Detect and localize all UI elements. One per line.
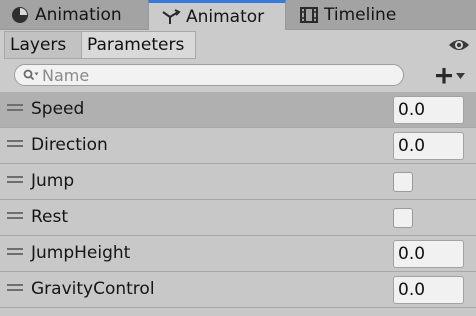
tab-parameters-label: Parameters: [87, 35, 185, 55]
parameter-name: JumpHeight: [31, 243, 131, 263]
animator-window: Animation Animator Timeline Layers Param…: [0, 0, 476, 316]
tab-layers-label: Layers: [10, 35, 67, 55]
drag-handle-icon[interactable]: [7, 140, 23, 147]
drag-handle-icon[interactable]: [7, 176, 23, 183]
parameter-name: Speed: [31, 99, 85, 119]
parameter-checkbox[interactable]: [393, 208, 413, 228]
parameter-float-field[interactable]: [393, 240, 464, 268]
tab-timeline-label: Timeline: [324, 5, 397, 25]
parameter-row-rest[interactable]: Rest: [0, 200, 476, 236]
sub-tab-bar: Layers Parameters: [0, 30, 476, 60]
parameter-float-field[interactable]: [393, 96, 464, 124]
triangle-down-icon: [456, 73, 465, 79]
tab-parameters[interactable]: Parameters: [82, 31, 196, 59]
parameter-name: Jump: [31, 171, 75, 191]
parameter-list: Speed Direction Jump Rest JumpHeight Gra…: [0, 92, 476, 316]
parameter-row-jumpheight[interactable]: JumpHeight: [0, 236, 476, 272]
search-box[interactable]: [14, 64, 404, 86]
filmstrip-icon: [299, 5, 319, 25]
eye-icon[interactable]: [448, 37, 470, 53]
parameter-row-speed[interactable]: Speed: [0, 92, 476, 128]
parameter-float-field[interactable]: [393, 132, 464, 160]
parameter-name: GravityControl: [31, 279, 155, 299]
parameter-row-jump[interactable]: Jump: [0, 164, 476, 200]
clock-icon: [10, 5, 30, 25]
window-tab-bar: Animation Animator Timeline: [0, 0, 476, 31]
drag-handle-icon[interactable]: [7, 104, 23, 111]
parameter-row-direction[interactable]: Direction: [0, 128, 476, 164]
animator-graph-icon: [161, 7, 181, 27]
drag-handle-icon[interactable]: [7, 212, 23, 219]
parameter-checkbox[interactable]: [393, 172, 413, 192]
parameter-row-gravitycontrol[interactable]: GravityControl: [0, 272, 476, 308]
parameter-name: Direction: [31, 135, 108, 155]
drag-handle-icon[interactable]: [7, 248, 23, 255]
drag-handle-icon[interactable]: [7, 284, 23, 291]
search-icon: [22, 67, 40, 83]
plus-icon: [436, 68, 452, 84]
tab-animator-label: Animator: [186, 7, 265, 27]
tab-layers[interactable]: Layers: [4, 31, 82, 59]
parameter-float-field[interactable]: [393, 276, 464, 304]
search-input[interactable]: [42, 65, 382, 85]
tab-animation[interactable]: Animation: [0, 0, 147, 30]
tab-animation-label: Animation: [35, 5, 122, 25]
search-row: [0, 60, 476, 92]
tab-timeline[interactable]: Timeline: [297, 0, 437, 30]
tab-animator[interactable]: Animator: [148, 0, 286, 31]
parameter-name: Rest: [31, 207, 69, 227]
add-parameter-button[interactable]: [434, 65, 468, 87]
